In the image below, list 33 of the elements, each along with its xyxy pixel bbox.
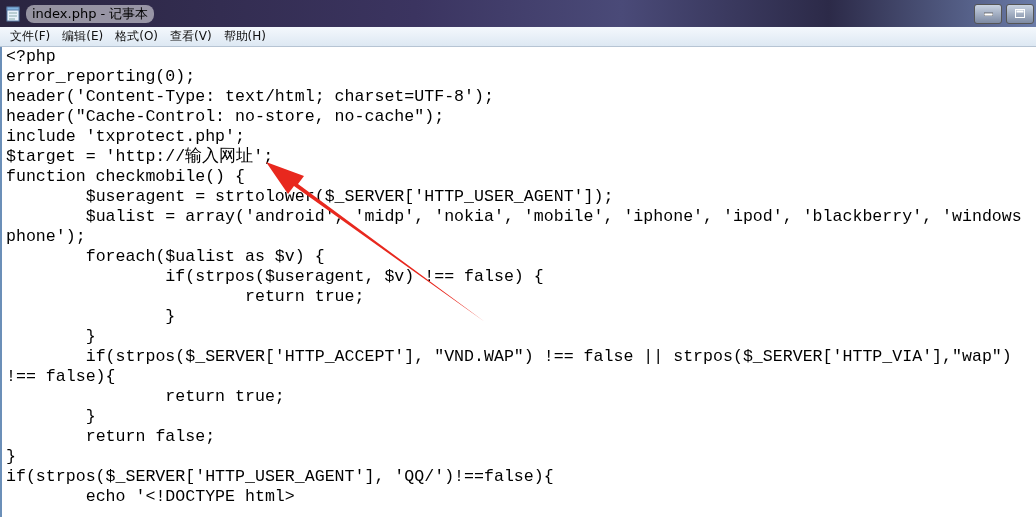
code-line: return true; bbox=[164, 387, 286, 407]
code-line: if(strpos($_SERVER['HTTP_ACCEPT'], "VND.WAP") !== false || strpos($_SERVER['HTTP_VIA'],"wap") bbox=[84, 347, 1013, 367]
code-line: include 'txprotect.php'; bbox=[6, 127, 246, 147]
maximize-button[interactable] bbox=[1006, 3, 1034, 24]
code-line: <?php bbox=[6, 47, 57, 67]
notepad-icon bbox=[6, 5, 20, 22]
code-line: phone'); bbox=[6, 227, 87, 247]
code-line: return true; bbox=[244, 287, 366, 307]
code-line: if(strpos($_SERVER['HTTP_USER_AGENT'], 'QQ/')!==false){ bbox=[6, 467, 555, 487]
code-line: } bbox=[84, 327, 97, 347]
code-line: echo '<!DOCTYPE html> bbox=[84, 487, 296, 507]
menu-item[interactable]: 文件(F) bbox=[4, 28, 57, 45]
code-line: $ualist = array('android', 'midp', 'nokia', 'mobile', 'iphone', 'ipod', 'blackberry', 'windows bbox=[84, 207, 1023, 227]
code-line: header('Content-Type: text/html; charset=UTF-8'); bbox=[6, 87, 495, 107]
code-line: $target = 'http://输入网址'; bbox=[6, 147, 275, 167]
maximize-icon bbox=[1015, 9, 1025, 18]
minimize-button[interactable] bbox=[974, 3, 1002, 24]
code-line: } bbox=[84, 407, 97, 427]
menu-item[interactable]: 格式(O) bbox=[109, 28, 165, 45]
window-title: index.php - 记事本 bbox=[26, 4, 155, 23]
code-line: !== false){ bbox=[6, 367, 117, 387]
menu-item[interactable]: 帮助(H) bbox=[217, 28, 272, 45]
code-line: function checkmobile() { bbox=[6, 167, 246, 187]
code-line: header("Cache-Control: no-store, no-cache"); bbox=[6, 107, 446, 127]
menu-item[interactable]: 编辑(E) bbox=[56, 28, 110, 45]
minimize-icon bbox=[983, 11, 993, 16]
code-line: } bbox=[164, 307, 177, 327]
code-line: foreach($ualist as $v) { bbox=[84, 247, 326, 267]
menu-item[interactable]: 查看(V) bbox=[164, 28, 218, 45]
code-line: if(strpos($useragent, $v) !== false) { bbox=[164, 267, 545, 287]
code-line: error_reporting(0); bbox=[6, 67, 197, 87]
code-line: } bbox=[6, 447, 17, 467]
code-line: return false; bbox=[84, 427, 217, 447]
